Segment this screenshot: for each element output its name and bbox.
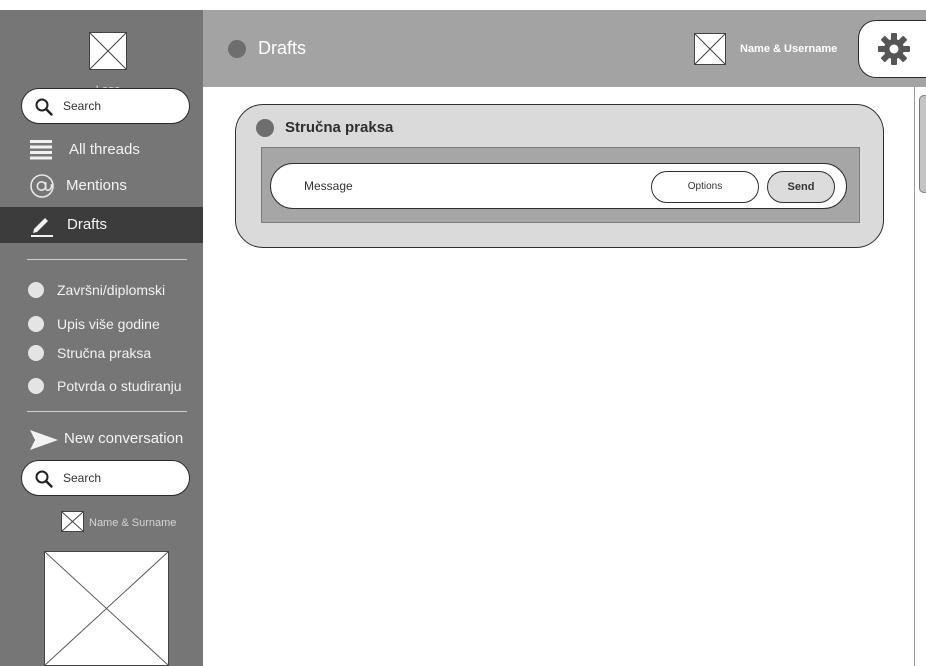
image-placeholder: [44, 551, 169, 666]
user-avatar-placeholder[interactable]: [694, 33, 726, 65]
conversation-status-dot: [256, 119, 274, 137]
thread-status-dot: [28, 316, 44, 332]
thread-status-dot: [28, 345, 44, 361]
sidebar-item-drafts[interactable]: Drafts: [0, 207, 203, 243]
thread-label: Upis više godine: [57, 316, 160, 332]
gear-icon: [878, 33, 910, 65]
sidebar-thread-item[interactable]: Upis više godine: [0, 312, 203, 336]
sidebar-search-input-secondary[interactable]: Search: [21, 460, 190, 496]
draft-conversation-card[interactable]: Stručna praksa Message Options Send: [235, 104, 884, 248]
search-placeholder: Search: [63, 471, 102, 485]
sidebar-thread-item[interactable]: Stručna praksa: [0, 341, 203, 365]
send-button[interactable]: Send: [767, 171, 835, 203]
search-placeholder: Search: [63, 99, 102, 113]
new-conversation-button[interactable]: New conversation: [0, 421, 203, 457]
sidebar-search-input[interactable]: Search: [21, 88, 190, 124]
thread-status-dot: [28, 282, 44, 298]
placeholder-cross: [44, 551, 169, 666]
sidebar-thread-item[interactable]: Završni/diplomski: [0, 278, 203, 302]
sidebar-item-all-threads[interactable]: All threads: [0, 132, 203, 168]
header-username: Name & Username: [740, 43, 838, 55]
sidebar-item-label: Mentions: [66, 177, 127, 194]
list-icon: [30, 140, 52, 160]
sidebar-thread-item[interactable]: Potvrda o studiranju: [0, 374, 203, 398]
sidebar-item-label: Drafts: [67, 216, 108, 233]
sidebar-divider: [27, 259, 187, 260]
sidebar-divider: [27, 411, 187, 412]
send-arrow-icon: [30, 430, 58, 450]
avatar-placeholder-image: [61, 511, 84, 532]
conversation-title: Stručna praksa: [285, 119, 394, 136]
thread-label: Potvrda o studiranju: [57, 378, 182, 394]
compose-area: Message Options Send: [261, 147, 860, 223]
pencil-icon: [31, 218, 53, 237]
new-conversation-label: New conversation: [64, 430, 184, 447]
search-icon: [35, 98, 53, 116]
page-title: Drafts: [258, 38, 307, 58]
scrollbar-thumb[interactable]: [919, 95, 926, 193]
sidebar-item-label: All threads: [69, 141, 140, 158]
top-header: Drafts Name & Username: [203, 10, 926, 87]
logo-placeholder-image: [89, 32, 127, 70]
thread-label: Završni/diplomski: [57, 282, 166, 298]
message-input[interactable]: Message Options Send: [270, 163, 847, 209]
thread-label: Stručna praksa: [57, 345, 152, 361]
settings-button[interactable]: [858, 20, 926, 78]
message-placeholder: Message: [304, 179, 353, 193]
scrollbar-track: [914, 87, 915, 666]
search-icon: [35, 470, 53, 488]
user-name-label: Name & Surname: [89, 517, 177, 529]
at-sign-icon: [30, 174, 54, 198]
header-status-dot: [228, 40, 246, 58]
sidebar-item-mentions[interactable]: Mentions: [0, 168, 203, 204]
thread-status-dot: [28, 378, 44, 394]
options-button[interactable]: Options: [651, 171, 759, 203]
